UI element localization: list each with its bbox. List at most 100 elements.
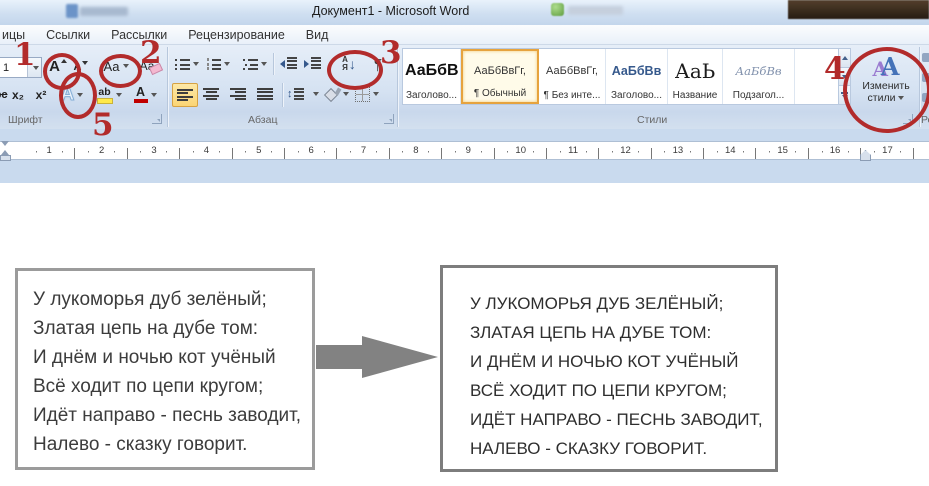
poem-line-uppercase: У ЛУКОМОРЬЯ ДУБ ЗЕЛЁНЫЙ; — [470, 289, 775, 318]
style-preview: АаЬ — [675, 52, 716, 90]
chevron-down-icon — [373, 92, 379, 96]
ruler-number: 10 — [495, 142, 547, 159]
increase-indent-icon — [304, 57, 321, 70]
paragraph-dialog-launcher[interactable] — [384, 114, 394, 124]
style-card[interactable]: АаБбВв Заголово... — [606, 49, 668, 104]
style-card[interactable]: АаБбВв Заголово... — [403, 49, 461, 104]
style-name: Заголово... — [406, 90, 457, 101]
numbering-button[interactable] — [205, 55, 231, 73]
ruler-zone: 1234567891011121314151617 — [0, 129, 929, 183]
ruler-number: 2 — [75, 142, 127, 159]
annotation-circle-2 — [99, 54, 142, 88]
chevron-down-icon — [343, 92, 349, 96]
chevron-down-icon — [116, 93, 122, 97]
justify-button[interactable] — [253, 83, 277, 105]
ribbon-tab[interactable]: Вид — [306, 28, 329, 42]
ruler-number: 14 — [704, 142, 756, 159]
style-name: Заголово... — [611, 90, 662, 101]
ruler-number: 15 — [756, 142, 808, 159]
chevron-down-icon — [224, 62, 230, 66]
ruler-number: 5 — [233, 142, 285, 159]
superscript-button[interactable]: х² — [31, 85, 51, 105]
background-window-fragment — [788, 0, 929, 19]
style-card[interactable]: АаБбВвГг, ¶ Обычный — [461, 49, 539, 104]
poem-line: Идёт направо - песнь заводит, — [33, 401, 312, 430]
poem-line-uppercase: ВСЁ ХОДИТ ПО ЦЕПИ КРУГОМ; — [470, 376, 775, 405]
poem-line: И днём и ночью кот учёный — [33, 343, 312, 372]
text-before-box: У лукоморья дуб зелёный;Златая цепь на д… — [15, 268, 315, 470]
annotation-number-5: 5 — [92, 110, 114, 141]
line-spacing-icon: ↕ — [287, 87, 310, 101]
font-dialog-launcher[interactable] — [152, 114, 162, 124]
transform-arrow-icon — [362, 336, 438, 378]
ribbon-tab[interactable]: Ссылки — [46, 28, 90, 42]
first-line-indent-marker[interactable] — [1, 141, 9, 146]
poem-line: У лукоморья дуб зелёный; — [33, 285, 312, 314]
poem-line-uppercase: ЗЛАТАЯ ЦЕПЬ НА ДУБЕ ТОМ: — [470, 318, 775, 347]
style-card[interactable]: АаЬ Название — [668, 49, 723, 104]
styles-gallery: АаБбВв Заголово... АаБбВвГг, ¶ Обычный А… — [402, 48, 851, 105]
line-spacing-button[interactable]: ↕ — [287, 83, 319, 105]
background-app-icon — [551, 3, 564, 16]
highlight-color-button[interactable]: ab — [92, 85, 126, 105]
style-preview: АаБбВвГг, — [546, 52, 598, 90]
bullets-button[interactable] — [174, 55, 200, 73]
screenshot-root: Документ1 - Microsoft Word ицыСсылкиРасс… — [0, 0, 929, 486]
annotation-circle-3 — [327, 50, 383, 90]
group-separator — [167, 47, 168, 127]
ruler-number: 12 — [599, 142, 651, 159]
ruler-number: 16 — [809, 142, 861, 159]
multilevel-list-icon — [243, 58, 258, 70]
highlight-icon: ab — [97, 87, 113, 104]
annotation-number-4: 4 — [824, 54, 846, 85]
poem-line: Златая цепь на дубе том: — [33, 314, 312, 343]
decrease-indent-icon — [280, 57, 297, 70]
style-preview: АаБбВв — [612, 52, 662, 90]
increase-indent-button[interactable] — [302, 54, 322, 72]
chevron-down-icon — [151, 93, 157, 97]
style-name: ¶ Без инте... — [544, 90, 601, 101]
subscript-button[interactable]: х₂ — [8, 85, 28, 105]
align-center-button[interactable] — [199, 83, 223, 105]
quick-access-blur — [80, 7, 128, 16]
ruler-number: 11 — [547, 142, 599, 159]
small-separator — [273, 53, 274, 75]
align-left-button[interactable] — [172, 83, 198, 107]
justify-icon — [257, 88, 273, 100]
ruler-number: 4 — [180, 142, 232, 159]
chevron-down-icon — [261, 62, 267, 66]
annotation-number-3: 3 — [380, 38, 402, 69]
style-card[interactable]: АаБбВвГг, ¶ Без инте... — [539, 49, 606, 104]
ruler-number: 6 — [285, 142, 337, 159]
style-preview: АаБбВвГг, — [474, 54, 526, 88]
strikethrough-icon: abc — [0, 89, 7, 101]
left-indent-marker[interactable] — [0, 155, 11, 161]
align-right-button[interactable] — [226, 83, 250, 105]
poem-line: Всё ходит по цепи кругом; — [33, 372, 312, 401]
horizontal-ruler: 1234567891011121314151617 — [0, 141, 929, 160]
font-color-button[interactable]: А — [130, 85, 160, 105]
multilevel-list-button[interactable] — [242, 55, 268, 73]
ruler-number: 7 — [337, 142, 389, 159]
annotation-number-2: 2 — [140, 38, 162, 69]
ruler-number: 8 — [390, 142, 442, 159]
font-group-label: Шрифт — [8, 114, 43, 126]
align-right-icon — [230, 88, 246, 100]
decrease-indent-button[interactable] — [278, 54, 298, 72]
font-size-value: 1 — [3, 62, 9, 74]
ribbon-tab[interactable]: Рецензирование — [188, 28, 285, 42]
ruler-number: 3 — [128, 142, 180, 159]
subscript-icon: х₂ — [12, 88, 24, 102]
chevron-down-icon — [313, 92, 319, 96]
style-preview: АаБбВв — [405, 52, 458, 90]
style-name: Подзагол... — [733, 90, 784, 101]
quick-access-icon[interactable] — [66, 4, 78, 18]
superscript-icon: х² — [36, 88, 47, 102]
styles-group-label: Стили — [637, 114, 667, 126]
poem-line: Налево - сказку говорит. — [33, 430, 312, 459]
find-icon[interactable] — [922, 53, 929, 62]
window-titlebar: Документ1 - Microsoft Word — [0, 0, 929, 26]
arrow-down-icon — [82, 61, 88, 65]
poem-line-uppercase: И ДНЁМ И НОЧЬЮ КОТ УЧЁНЫЙ — [470, 347, 775, 376]
style-card[interactable]: АаБбВв Подзагол... — [723, 49, 795, 104]
